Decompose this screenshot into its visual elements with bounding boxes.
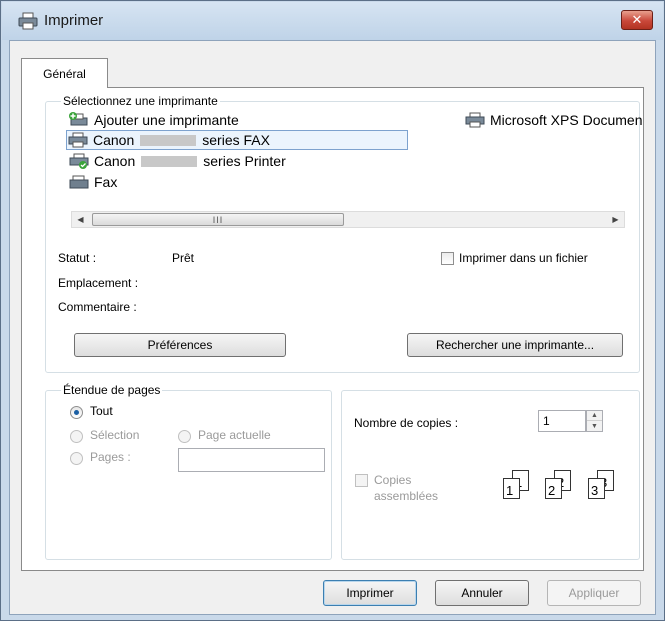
range-current-page-label[interactable]: Page actuelle [198,428,271,442]
printer-icon [18,12,38,30]
collate-label-line1[interactable]: Copies [374,473,411,487]
printer-label: Microsoft XPS Documen [490,112,643,128]
redacted-model [141,155,198,167]
tab-general[interactable]: Général [21,58,108,88]
printer-item-xps[interactable]: Microsoft XPS Documen [464,110,643,130]
fax-icon [69,175,89,189]
scroll-right-arrow[interactable]: ▶ [607,212,624,227]
range-selection-radio[interactable] [70,430,83,443]
copies-input-field[interactable] [539,411,585,431]
collate-label-line2[interactable]: assemblées [374,489,438,503]
select-printer-legend: Sélectionnez une imprimante [61,94,220,108]
collate-page: 2 [545,478,562,499]
cancel-button[interactable]: Annuler [435,580,529,606]
printer-item-canon-printer[interactable]: Canon series Printer [68,151,286,171]
printer-label-suffix: series FAX [202,132,270,148]
dialog-client-area: Général Sélectionnez une imprimante Ajou… [9,40,656,615]
location-label: Emplacement : [58,276,139,290]
redacted-model [140,134,197,146]
printer-list-scrollbar[interactable]: ◀ III ▶ [71,211,625,228]
apply-button[interactable]: Appliquer [547,580,641,606]
printer-label-prefix: Canon [93,132,135,148]
pages-input[interactable] [178,448,325,472]
range-all-label[interactable]: Tout [90,404,113,418]
fax-printer-icon [68,132,88,148]
page-number: 1 [506,483,514,498]
range-pages-label[interactable]: Pages : [90,450,131,464]
page-range-legend: Étendue de pages [61,383,163,397]
copies-label: Nombre de copies : [354,416,459,430]
page-number: 3 [591,483,599,498]
range-current-page-radio[interactable] [178,430,191,443]
window-title: Imprimer [44,12,104,29]
scroll-thumb[interactable]: III [92,213,344,226]
print-dialog-window: Imprimer ✕ Général Sélectionnez une impr… [0,0,665,621]
add-printer-icon [69,112,88,126]
printer-item-add[interactable]: Ajouter une imprimante [68,110,239,130]
printer-item-fax[interactable]: Fax [68,172,117,192]
pages-input-field[interactable] [179,449,324,471]
comment-label: Commentaire : [58,300,137,314]
print-to-file-checkbox[interactable] [441,252,454,265]
preferences-button[interactable]: Préférences [74,333,286,357]
copies-input[interactable] [538,410,586,432]
printer-label: Ajouter une imprimante [94,112,239,128]
title-bar[interactable]: Imprimer ✕ [2,2,663,40]
find-printer-button[interactable]: Rechercher une imprimante... [407,333,623,357]
range-pages-radio[interactable] [70,452,83,465]
printer-label-suffix: series Printer [203,153,286,169]
collate-checkbox[interactable] [355,474,368,487]
status-label: Statut : [58,251,97,265]
printer-label-prefix: Canon [94,153,136,169]
scroll-left-arrow[interactable]: ◀ [72,212,89,227]
range-all-radio[interactable] [70,406,83,419]
page-range-group [45,390,332,560]
page-number: 2 [548,483,556,498]
range-selection-label[interactable]: Sélection [90,428,139,442]
copies-spinner[interactable]: ▲ ▼ [586,410,603,432]
collate-page: 1 [503,478,520,499]
collate-page: 3 [588,478,605,499]
printer-label: Fax [94,174,118,190]
tab-panel-general: Sélectionnez une imprimante Ajouter une … [21,87,644,571]
close-button[interactable]: ✕ [621,10,653,30]
print-to-file-label[interactable]: Imprimer dans un fichier [459,251,588,265]
spin-down-icon[interactable]: ▼ [587,421,602,431]
default-printer-icon [69,153,89,169]
printer-item-canon-fax[interactable]: Canon series FAX [66,130,408,150]
status-value: Prêt [172,251,195,265]
spin-up-icon[interactable]: ▲ [587,411,602,421]
printer-icon [465,112,485,128]
print-button[interactable]: Imprimer [323,580,417,606]
grip-icon: III [212,214,224,225]
close-icon: ✕ [631,12,643,27]
